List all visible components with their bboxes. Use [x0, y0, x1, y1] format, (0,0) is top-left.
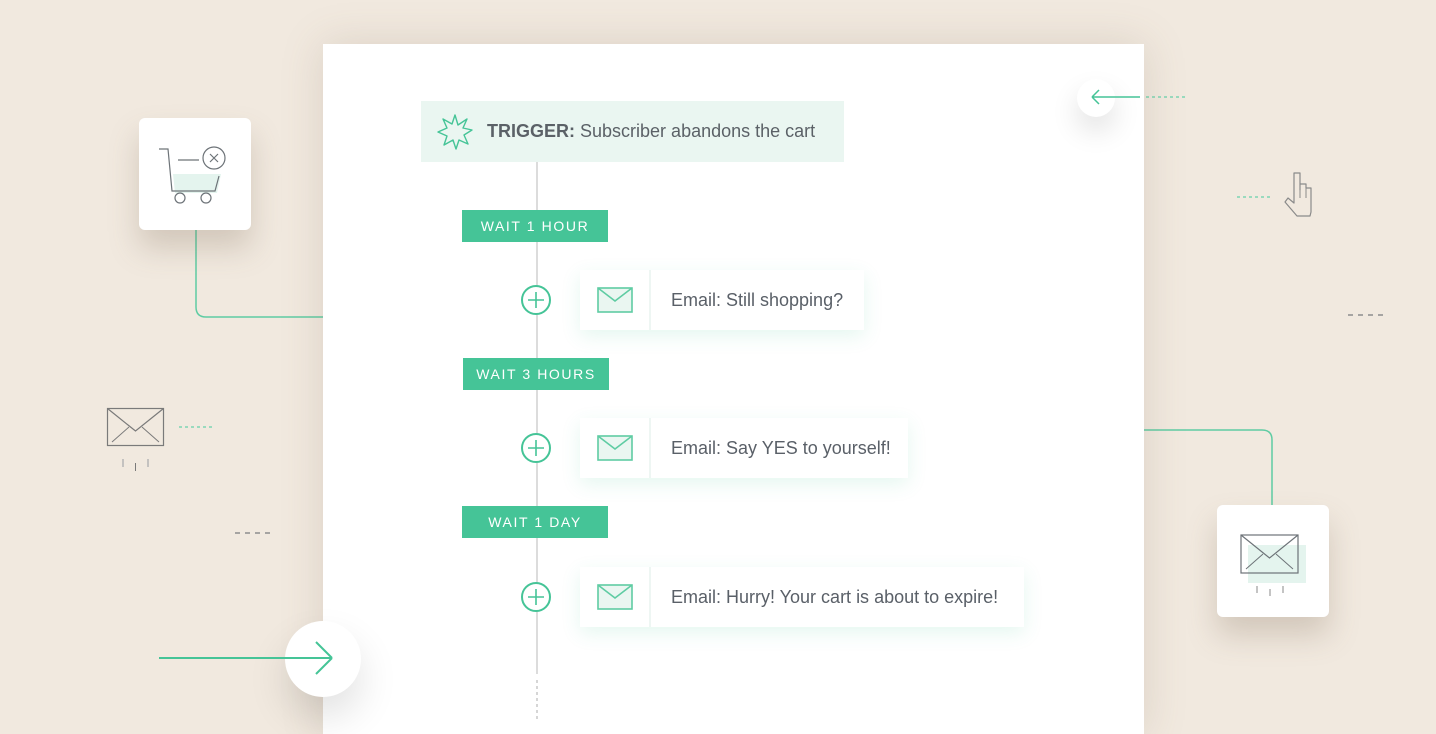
envelope-icon [580, 270, 651, 330]
envelope-icon [580, 418, 651, 478]
email-step-card[interactable]: Email: Still shopping? [580, 270, 864, 330]
email-step-label: Email: Say YES to yourself! [671, 437, 891, 458]
envelope-icon [106, 407, 165, 471]
trigger-prefix: TRIGGER: [487, 121, 575, 141]
cart-remove-icon [159, 146, 226, 204]
timeline-continuation [536, 680, 538, 720]
add-step-button[interactable] [521, 285, 551, 315]
trigger-text: Subscriber abandons the cart [580, 121, 816, 141]
wait-step[interactable]: WAIT 3 HOURS [463, 358, 609, 390]
plus-icon [528, 440, 544, 456]
starburst-icon [437, 113, 473, 150]
envelope-tile [1217, 505, 1329, 617]
email-step-card[interactable]: Email: Say YES to yourself! [580, 418, 908, 478]
email-step-label: Email: Still shopping? [671, 289, 844, 310]
cart-connector-line [195, 230, 325, 318]
trigger-label: TRIGGER: Subscriber abandons the cart [487, 121, 815, 142]
arrow-right-icon [159, 641, 333, 675]
email-step-label: Email: Hurry! Your cart is about to expi… [671, 586, 999, 607]
email-step-card[interactable]: Email: Hurry! Your cart is about to expi… [580, 567, 1024, 627]
trigger-block[interactable]: TRIGGER: Subscriber abandons the cart [421, 101, 844, 162]
plus-icon [528, 292, 544, 308]
add-step-button[interactable] [521, 433, 551, 463]
arrow-left-icon [1091, 89, 1140, 105]
envelope-connector-line [1144, 429, 1273, 506]
wait-step[interactable]: WAIT 1 HOUR [462, 210, 608, 242]
cart-tile [139, 118, 251, 230]
add-step-button[interactable] [521, 582, 551, 612]
pointer-hand-icon [1284, 172, 1312, 217]
plus-icon [528, 589, 544, 605]
wait-step[interactable]: WAIT 1 DAY [462, 506, 608, 538]
envelope-icon [1240, 534, 1306, 596]
envelope-icon [580, 567, 651, 627]
